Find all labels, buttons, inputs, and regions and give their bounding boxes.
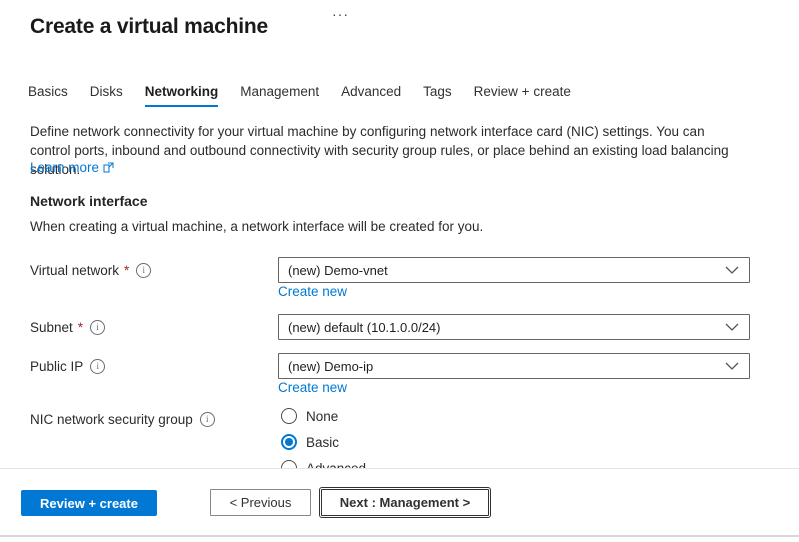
radio-option-none-label: None <box>306 409 338 424</box>
wizard-tabs: Basics Disks Networking Management Advan… <box>28 84 571 107</box>
page-title: Create a virtual machine <box>30 15 268 39</box>
virtual-network-label: Virtual network <box>30 263 119 278</box>
networking-description: Define network connectivity for your vir… <box>30 122 732 179</box>
radio-icon <box>281 460 297 468</box>
nic-nsg-label-row: NIC network security group <box>30 410 215 428</box>
learn-more-label: Learn more <box>30 160 99 175</box>
subnet-label: Subnet <box>30 320 73 335</box>
virtual-network-create-new-link[interactable]: Create new <box>278 284 347 299</box>
network-interface-subtext: When creating a virtual machine, a netwo… <box>30 219 483 234</box>
radio-option-advanced[interactable]: Advanced <box>281 459 366 468</box>
radio-selected-icon <box>281 434 297 450</box>
tab-management[interactable]: Management <box>240 84 319 107</box>
virtual-network-select[interactable]: (new) Demo-vnet <box>278 257 750 283</box>
required-marker: * <box>124 263 129 278</box>
create-vm-page: Create a virtual machine ··· Basics Disk… <box>0 0 799 542</box>
review-create-button[interactable]: Review + create <box>21 490 157 516</box>
tab-networking[interactable]: Networking <box>145 84 219 107</box>
info-icon[interactable] <box>200 412 215 427</box>
page-content: Create a virtual machine ··· Basics Disk… <box>0 0 799 468</box>
tab-advanced[interactable]: Advanced <box>341 84 401 107</box>
subnet-label-row: Subnet * <box>30 318 105 336</box>
chevron-down-icon <box>725 362 739 371</box>
network-interface-heading: Network interface <box>30 193 147 209</box>
wizard-footer: Review + create < Previous Next : Manage… <box>0 468 799 537</box>
more-options-button[interactable]: ··· <box>328 4 353 24</box>
public-ip-create-new-link[interactable]: Create new <box>278 380 347 395</box>
public-ip-label: Public IP <box>30 359 83 374</box>
subnet-value: (new) default (10.1.0.0/24) <box>288 320 440 335</box>
tab-tags[interactable]: Tags <box>423 84 452 107</box>
nic-nsg-label: NIC network security group <box>30 412 193 427</box>
radio-option-advanced-label: Advanced <box>306 461 366 469</box>
public-ip-value: (new) Demo-ip <box>288 359 373 374</box>
subnet-select[interactable]: (new) default (10.1.0.0/24) <box>278 314 750 340</box>
tab-review-create[interactable]: Review + create <box>474 84 571 107</box>
chevron-down-icon <box>725 266 739 275</box>
radio-option-basic[interactable]: Basic <box>281 433 339 451</box>
tab-disks[interactable]: Disks <box>90 84 123 107</box>
info-icon[interactable] <box>90 320 105 335</box>
chevron-down-icon <box>725 323 739 332</box>
previous-button[interactable]: < Previous <box>210 489 311 516</box>
public-ip-label-row: Public IP <box>30 357 105 375</box>
radio-option-none[interactable]: None <box>281 407 338 425</box>
virtual-network-label-row: Virtual network * <box>30 261 151 279</box>
info-icon[interactable] <box>90 359 105 374</box>
learn-more-link[interactable]: Learn more <box>30 160 114 175</box>
radio-icon <box>281 408 297 424</box>
radio-option-basic-label: Basic <box>306 435 339 450</box>
info-icon[interactable] <box>136 263 151 278</box>
tab-basics[interactable]: Basics <box>28 84 68 107</box>
next-management-button[interactable]: Next : Management > <box>321 489 489 516</box>
public-ip-select[interactable]: (new) Demo-ip <box>278 353 750 379</box>
external-link-icon <box>103 162 114 173</box>
required-marker: * <box>78 320 83 335</box>
virtual-network-value: (new) Demo-vnet <box>288 263 388 278</box>
